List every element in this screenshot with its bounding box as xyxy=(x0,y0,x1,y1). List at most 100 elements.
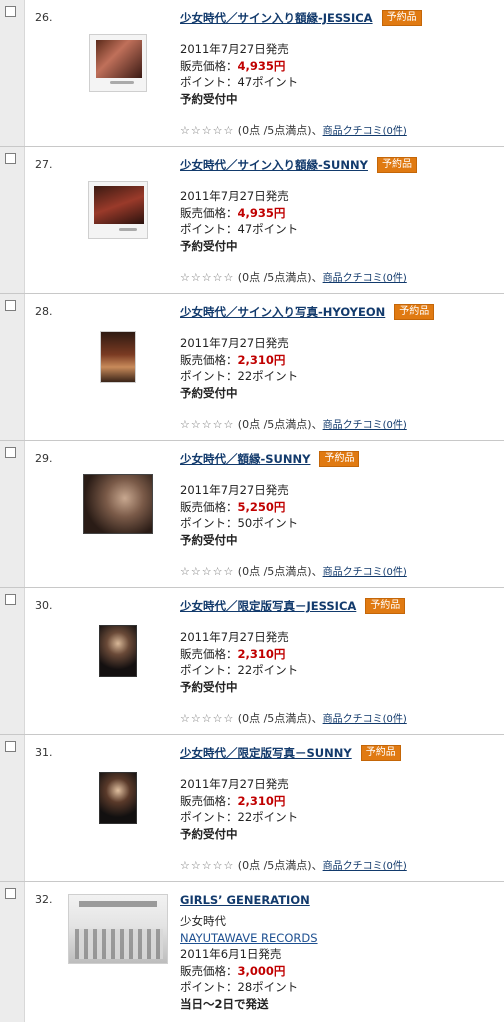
select-checkbox[interactable] xyxy=(5,888,16,899)
review-summary: ☆☆☆☆☆ (0点 /5点満点)、商品クチコミ(0件) xyxy=(180,122,407,138)
thumbnail-link[interactable] xyxy=(82,472,154,536)
release-suffix: 発売 xyxy=(258,947,282,961)
review-summary: ☆☆☆☆☆ (0点 /5点満点)、商品クチコミ(0件) xyxy=(180,269,407,285)
product-title-link[interactable]: 少女時代／額縁-SUNNY xyxy=(180,451,310,467)
release-suffix: 発売 xyxy=(265,777,289,791)
price-label: 販売価格： xyxy=(180,793,238,808)
record-label-link[interactable]: NAYUTAWAVE RECORDS xyxy=(180,931,318,945)
select-checkbox[interactable] xyxy=(5,300,16,311)
preorder-badge: 予約品 xyxy=(319,451,360,467)
product-title-link[interactable]: 少女時代／サイン入り写真-HYOYEON xyxy=(180,304,385,320)
select-checkbox[interactable] xyxy=(5,594,16,605)
review-link[interactable]: 商品クチコミ(0件) xyxy=(323,126,407,137)
product-title-link[interactable]: 少女時代／限定版写真－JESSICA xyxy=(180,598,356,614)
select-checkbox[interactable] xyxy=(5,447,16,458)
status-text: 予約受付中 xyxy=(180,238,238,253)
product-thumbnail[interactable] xyxy=(99,625,137,677)
star-rating-icon: ☆☆☆☆☆ xyxy=(180,712,235,725)
points-label: ポイント： xyxy=(180,980,238,994)
price-value: 2,310円 xyxy=(237,793,286,808)
points-label: ポイント： xyxy=(180,222,238,236)
review-link[interactable]: 商品クチコミ(0件) xyxy=(323,567,407,578)
list-item: 30. 少女時代／限定版写真－JESSICA 予約品 2011年7月27日発売 … xyxy=(0,588,504,735)
review-link[interactable]: 商品クチコミ(0件) xyxy=(323,420,407,431)
status-text: 予約受付中 xyxy=(180,679,238,694)
thumbnail-link[interactable] xyxy=(86,178,150,242)
review-summary: ☆☆☆☆☆ (0点 /5点満点)、商品クチコミ(0件) xyxy=(180,857,407,873)
list-item: 26. 少女時代／サイン入り額縁-JESSICA 予約品 2011年7月27日発… xyxy=(0,0,504,147)
points-label: ポイント： xyxy=(180,369,238,383)
rating-text: (0点 /5点満点)、 xyxy=(234,859,323,872)
thumbnail-link[interactable] xyxy=(86,619,150,683)
item-number: 30. xyxy=(35,599,53,612)
review-summary: ☆☆☆☆☆ (0点 /5点満点)、商品クチコミ(0件) xyxy=(180,710,407,726)
status-text: 予約受付中 xyxy=(180,91,238,106)
star-rating-icon: ☆☆☆☆☆ xyxy=(180,124,235,137)
rating-text: (0点 /5点満点)、 xyxy=(234,565,323,578)
status-text: 予約受付中 xyxy=(180,532,238,547)
product-details: 少女時代／額縁-SUNNY 予約品 2011年7月27日発売 販売価格：5,25… xyxy=(180,450,500,548)
product-thumbnail[interactable] xyxy=(88,181,148,239)
rating-text: (0点 /5点満点)、 xyxy=(234,271,323,284)
thumbnail-link[interactable] xyxy=(86,766,150,830)
price-value: 5,250円 xyxy=(237,499,286,514)
thumbnail-link[interactable] xyxy=(86,325,150,389)
product-title-link[interactable]: 少女時代／サイン入り額縁-SUNNY xyxy=(180,157,368,173)
status-text: 予約受付中 xyxy=(180,826,238,841)
product-details: GIRLS’ GENERATION 少女時代 NAYUTAWAVE RECORD… xyxy=(180,891,500,1012)
price-value: 2,310円 xyxy=(237,646,286,661)
product-title-link[interactable]: GIRLS’ GENERATION xyxy=(180,893,310,907)
star-rating-icon: ☆☆☆☆☆ xyxy=(180,859,235,872)
price-label: 販売価格： xyxy=(180,352,238,367)
list-item: 29. 少女時代／額縁-SUNNY 予約品 2011年7月27日発売 販売価格：… xyxy=(0,441,504,588)
product-title-link[interactable]: 少女時代／限定版写真－SUNNY xyxy=(180,745,352,761)
release-date: 2011年7月27日 xyxy=(180,777,266,791)
star-rating-icon: ☆☆☆☆☆ xyxy=(180,565,235,578)
preorder-badge: 予約品 xyxy=(394,304,435,320)
price-value: 4,935円 xyxy=(237,58,286,73)
release-suffix: 発売 xyxy=(265,189,289,203)
product-list: 26. 少女時代／サイン入り額縁-JESSICA 予約品 2011年7月27日発… xyxy=(0,0,504,1022)
review-link[interactable]: 商品クチコミ(0件) xyxy=(323,861,407,872)
row-gutter xyxy=(0,147,25,293)
release-date: 2011年7月27日 xyxy=(180,336,266,350)
select-checkbox[interactable] xyxy=(5,153,16,164)
rating-text: (0点 /5点満点)、 xyxy=(234,124,323,137)
price-value: 2,310円 xyxy=(237,352,286,367)
select-checkbox[interactable] xyxy=(5,6,16,17)
select-checkbox[interactable] xyxy=(5,741,16,752)
points-value: 22ポイント xyxy=(237,369,299,383)
preorder-badge: 予約品 xyxy=(376,157,417,173)
product-thumbnail[interactable] xyxy=(83,474,153,534)
price-label: 販売価格： xyxy=(180,963,238,978)
price-value: 4,935円 xyxy=(237,205,286,220)
product-title-link[interactable]: 少女時代／サイン入り額縁-JESSICA xyxy=(180,10,373,26)
product-thumbnail[interactable] xyxy=(99,772,137,824)
release-date: 2011年7月27日 xyxy=(180,630,266,644)
points-value: 28ポイント xyxy=(237,980,299,994)
row-gutter xyxy=(0,882,25,1022)
product-thumbnail[interactable] xyxy=(89,34,147,92)
thumbnail-link[interactable] xyxy=(86,31,150,95)
price-label: 販売価格： xyxy=(180,499,238,514)
album-cover-thumbnail[interactable] xyxy=(68,894,168,964)
points-label: ポイント： xyxy=(180,663,238,677)
list-item: 28. 少女時代／サイン入り写真-HYOYEON 予約品 2011年7月27日発… xyxy=(0,294,504,441)
item-number: 26. xyxy=(35,11,53,24)
artist-name: 少女時代 xyxy=(180,914,226,928)
release-date: 2011年7月27日 xyxy=(180,189,266,203)
product-thumbnail[interactable] xyxy=(100,331,136,383)
thumbnail-link[interactable] xyxy=(68,894,168,964)
points-value: 47ポイント xyxy=(237,222,299,236)
row-gutter xyxy=(0,735,25,881)
product-details: 少女時代／サイン入り額縁-JESSICA 予約品 2011年7月27日発売 販売… xyxy=(180,9,500,107)
review-link[interactable]: 商品クチコミ(0件) xyxy=(323,273,407,284)
release-date: 2011年7月27日 xyxy=(180,483,266,497)
row-gutter xyxy=(0,441,25,587)
points-value: 50ポイント xyxy=(237,516,299,530)
rating-text: (0点 /5点満点)、 xyxy=(234,712,323,725)
item-number: 29. xyxy=(35,452,53,465)
review-link[interactable]: 商品クチコミ(0件) xyxy=(323,714,407,725)
product-details: 少女時代／サイン入り写真-HYOYEON 予約品 2011年7月27日発売 販売… xyxy=(180,303,500,401)
product-details: 少女時代／サイン入り額縁-SUNNY 予約品 2011年7月27日発売 販売価格… xyxy=(180,156,500,254)
